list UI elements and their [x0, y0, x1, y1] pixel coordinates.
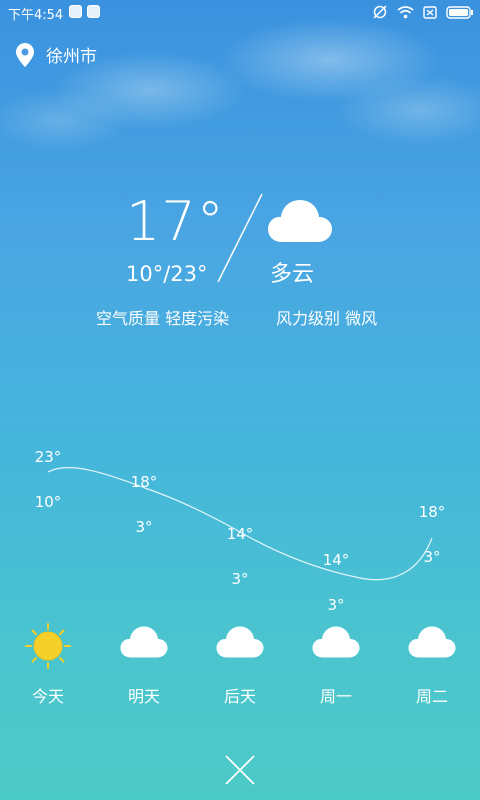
close-button[interactable]: [220, 750, 260, 790]
day-label-today: 今天: [31, 687, 64, 706]
low-temp-label: 10°: [35, 493, 62, 511]
status-time: 下午4:54: [8, 8, 64, 23]
sky-background: [0, 0, 480, 190]
battery-icon: [446, 5, 473, 19]
cloud-icon: [312, 626, 360, 658]
low-temp-label: 3°: [327, 596, 344, 614]
app-notification-icon: [69, 5, 82, 18]
location-pin-icon: [16, 42, 34, 67]
status-bar: 下午4:54: [0, 0, 480, 24]
wind-level: 风力级别 微风: [276, 309, 378, 328]
forecast-curve: [47, 467, 433, 581]
wifi-icon: [397, 6, 414, 19]
low-temp-label: 3°: [135, 518, 152, 536]
low-temp-label: 3°: [423, 548, 440, 566]
high-temp-label: 18°: [419, 503, 446, 521]
weather-condition: 多云: [270, 262, 315, 287]
close-icon: [225, 755, 255, 785]
high-temp-label: 23°: [35, 448, 62, 466]
low-temp-label: 3°: [231, 570, 248, 588]
sun-icon: [25, 623, 71, 669]
temperature-range: 10°/23°: [126, 262, 208, 286]
rotation-lock-icon: [373, 5, 387, 19]
high-temp-label: 14°: [227, 525, 254, 543]
day-label-tuesday: 周二: [415, 687, 448, 706]
day-label-day-after: 后天: [223, 687, 256, 706]
day-label-monday: 周一: [319, 687, 352, 706]
no-sim-icon: [423, 5, 437, 19]
location[interactable]: 徐州市: [16, 42, 97, 67]
divider-line: [217, 193, 263, 283]
forecast-chart: 23° 10° 18° 3° 14° 3° 14° 3° 18° 3°: [35, 448, 446, 614]
high-temp-label: 14°: [323, 551, 350, 569]
city-name: 徐州市: [46, 47, 97, 67]
day-label-tomorrow: 明天: [127, 687, 160, 706]
app-notification-icon: [87, 5, 100, 18]
cloud-icon: [408, 626, 456, 658]
air-quality: 空气质量 轻度污染: [96, 309, 230, 328]
cloud-icon: [268, 200, 332, 242]
cloud-icon: [216, 626, 264, 658]
cloud-icon: [120, 626, 168, 658]
current-temperature: 17°: [126, 190, 225, 253]
high-temp-label: 18°: [131, 473, 158, 491]
